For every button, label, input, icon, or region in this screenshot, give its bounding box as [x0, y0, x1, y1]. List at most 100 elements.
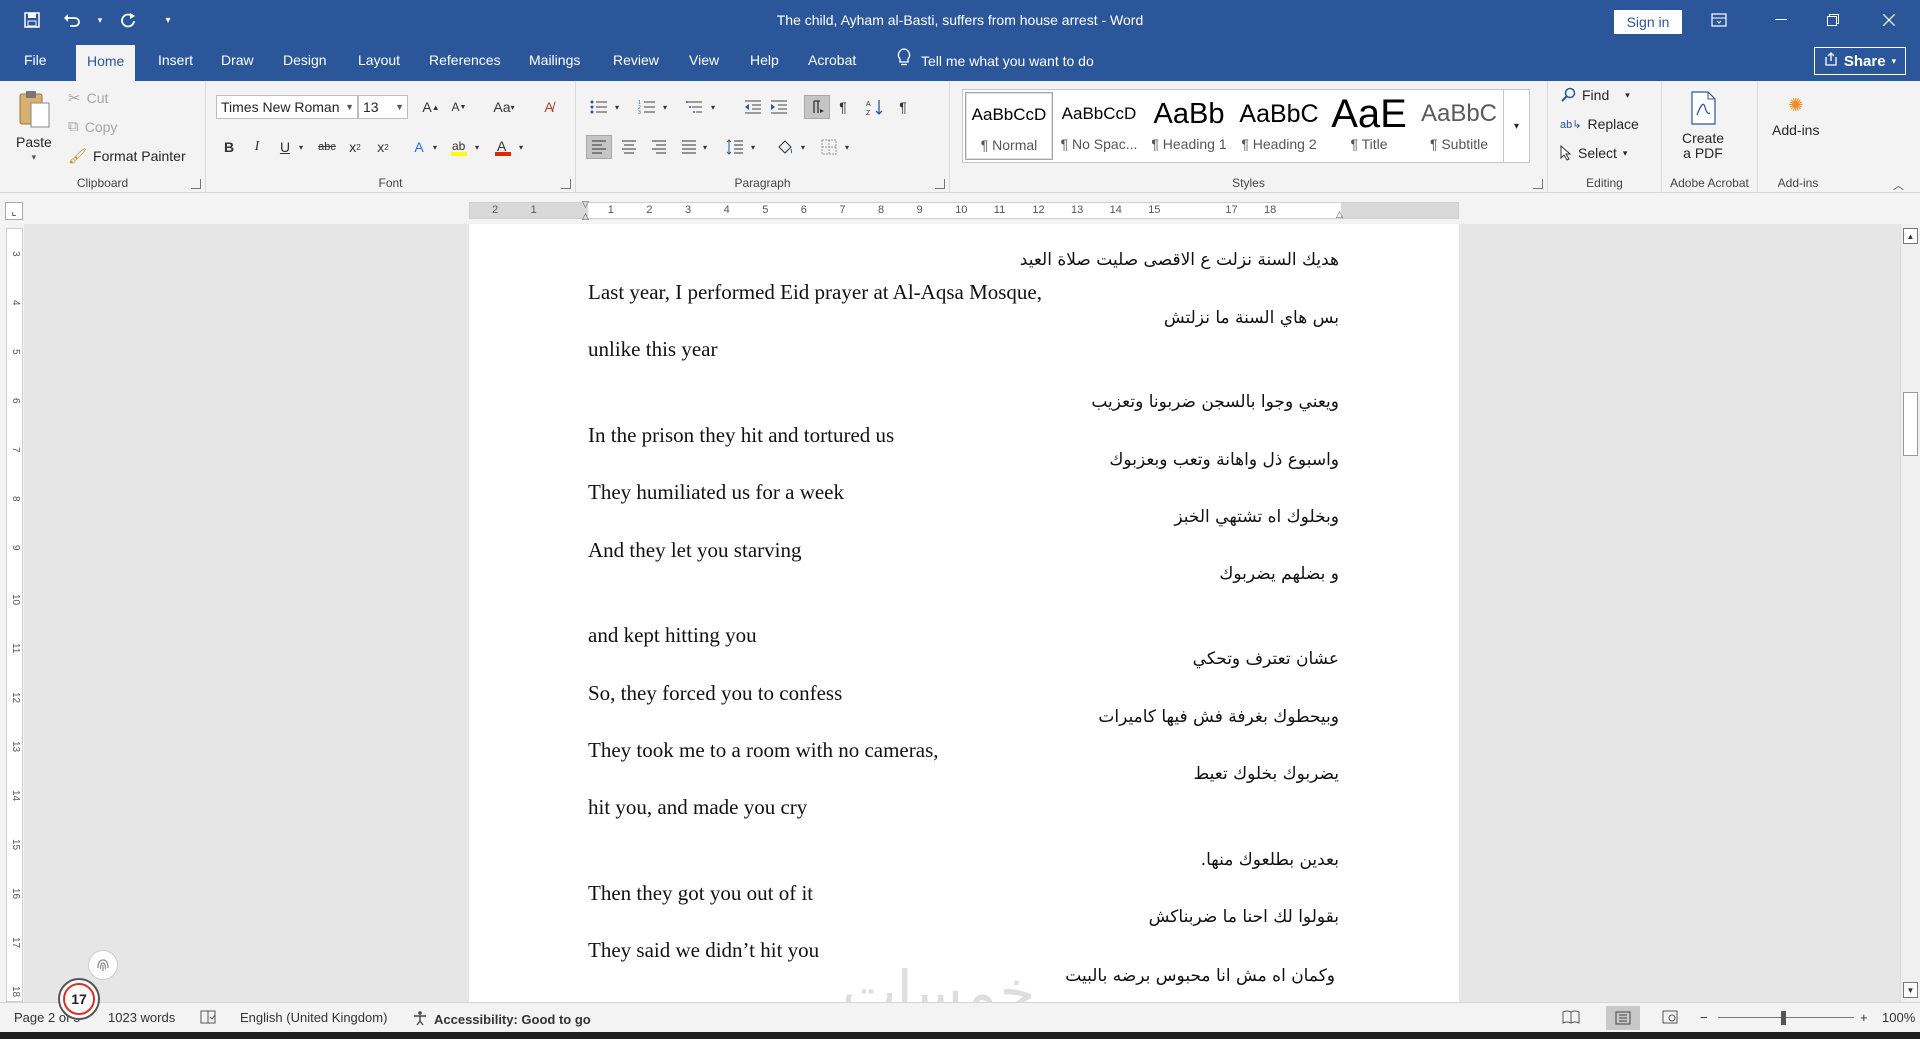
clipboard-launcher-icon[interactable] — [191, 179, 201, 189]
undo-dropdown-icon[interactable]: ▾ — [94, 0, 106, 40]
scroll-thumb[interactable] — [1903, 392, 1918, 456]
line-spacing-dropdown-icon[interactable]: ▾ — [746, 135, 760, 159]
collapse-ribbon-icon[interactable]: ︿ — [1893, 177, 1904, 193]
tab-review[interactable]: Review — [611, 40, 661, 81]
strikethrough-icon[interactable]: abc — [314, 135, 340, 159]
shading-icon[interactable] — [772, 135, 798, 159]
style-no-spacing[interactable]: AaBbCcD ¶ No Spac... — [1055, 92, 1143, 160]
shading-dropdown-icon[interactable]: ▾ — [796, 135, 810, 159]
decrease-indent-icon[interactable] — [740, 95, 766, 119]
numbering-dropdown-icon[interactable]: ▾ — [658, 95, 672, 119]
hanging-indent-icon[interactable]: △ — [582, 211, 589, 222]
bullets-dropdown-icon[interactable]: ▾ — [610, 95, 624, 119]
font-color-icon[interactable]: A — [490, 135, 516, 159]
cut-button[interactable]: ✂ Cut — [68, 89, 108, 107]
scroll-down-icon[interactable]: ▼ — [1903, 982, 1918, 998]
style-subtitle[interactable]: AaBbC ¶ Subtitle — [1415, 92, 1503, 160]
fingerprint-icon[interactable] — [88, 950, 118, 980]
tab-references[interactable]: References — [427, 40, 503, 81]
style-heading-1[interactable]: AaBb ¶ Heading 1 — [1145, 92, 1233, 160]
style-title[interactable]: AaE ¶ Title — [1325, 92, 1413, 160]
addins-button[interactable]: ✺ Add-ins — [1772, 95, 1819, 138]
highlight-icon[interactable]: ab — [446, 135, 472, 159]
subscript-icon[interactable]: x2 — [342, 135, 368, 159]
first-line-indent-icon[interactable]: ▽ — [582, 199, 589, 210]
tab-home[interactable]: Home — [76, 45, 136, 81]
find-button[interactable]: Find ▾ — [1560, 87, 1630, 103]
styles-more-icon[interactable]: ▾ — [1503, 90, 1529, 162]
web-layout-icon[interactable] — [1662, 1010, 1678, 1024]
multilevel-dropdown-icon[interactable]: ▾ — [706, 95, 720, 119]
close-icon[interactable] — [1866, 0, 1912, 40]
borders-icon[interactable] — [816, 135, 842, 159]
customize-icon[interactable]: ▾ — [150, 0, 186, 40]
zoom-level[interactable]: 100% — [1882, 1010, 1915, 1025]
shrink-font-icon[interactable]: A ▼ — [446, 95, 472, 119]
tab-design[interactable]: Design — [281, 40, 329, 81]
tab-file[interactable]: File — [22, 40, 49, 81]
clear-formatting-icon[interactable]: A̸ — [536, 95, 562, 119]
font-color-dropdown-icon[interactable]: ▾ — [514, 135, 528, 159]
tab-insert[interactable]: Insert — [156, 40, 195, 81]
print-layout-icon[interactable] — [1606, 1006, 1640, 1030]
tab-selector-icon[interactable]: ⌞ — [5, 202, 23, 220]
sort-icon[interactable]: AZ — [862, 95, 888, 119]
tab-acrobat[interactable]: Acrobat — [806, 40, 858, 81]
scroll-up-icon[interactable]: ▲ — [1903, 228, 1918, 244]
superscript-icon[interactable]: x2 — [370, 135, 396, 159]
tab-help[interactable]: Help — [748, 40, 781, 81]
restore-icon[interactable] — [1810, 0, 1856, 40]
format-painter-button[interactable]: 🖌 Format Painter — [68, 147, 186, 165]
zoom-slider[interactable] — [1718, 1017, 1854, 1018]
change-case-icon[interactable]: Aa ▾ — [486, 95, 522, 119]
right-to-left-icon[interactable]: ¶ — [830, 95, 856, 119]
tell-me-search[interactable]: Tell me what you want to do — [897, 40, 1094, 81]
align-right-icon[interactable] — [646, 135, 672, 159]
read-mode-icon[interactable] — [1562, 1010, 1580, 1024]
minimize-icon[interactable] — [1758, 0, 1804, 40]
style-heading-2[interactable]: AaBbC ¶ Heading 2 — [1235, 92, 1323, 160]
tab-mailings[interactable]: Mailings — [527, 40, 582, 81]
word-count[interactable]: 1023 words — [108, 1010, 175, 1025]
font-launcher-icon[interactable] — [561, 179, 571, 189]
bold-icon[interactable]: B — [216, 135, 242, 159]
tab-view[interactable]: View — [687, 40, 721, 81]
borders-dropdown-icon[interactable]: ▾ — [840, 135, 854, 159]
show-formatting-marks-icon[interactable]: ¶ — [890, 95, 916, 119]
save-icon[interactable] — [14, 0, 50, 40]
zoom-out-icon[interactable]: − — [1700, 1010, 1708, 1025]
tab-layout[interactable]: Layout — [356, 40, 402, 81]
style-normal[interactable]: AaBbCcD ¶ Normal — [965, 92, 1053, 160]
highlight-dropdown-icon[interactable]: ▾ — [470, 135, 484, 159]
vertical-ruler[interactable]: 3 4 5 6 7 8 9 10 11 12 13 14 15 16 17 18 — [6, 228, 23, 1002]
document-page[interactable]: هديك السنة نزلت ع الاقصى صليت صلاة العيد… — [469, 224, 1459, 1002]
sign-in-button[interactable]: Sign in — [1614, 10, 1682, 34]
font-size-combo[interactable]: 13 ▼ — [358, 95, 408, 119]
numbering-icon[interactable]: 123 — [634, 95, 660, 119]
replace-button[interactable]: ab↳ Replace — [1560, 116, 1639, 132]
paste-button[interactable]: Paste ▾ — [16, 89, 52, 163]
font-name-combo[interactable]: Times New Roman ▼ — [216, 95, 358, 119]
styles-launcher-icon[interactable] — [1533, 179, 1543, 189]
notification-badge[interactable]: 17 — [58, 978, 100, 1020]
line-spacing-icon[interactable] — [722, 135, 748, 159]
text-effects-dropdown-icon[interactable]: ▾ — [428, 135, 442, 159]
share-button[interactable]: Share ▾ — [1814, 47, 1906, 75]
accessibility-status[interactable]: Accessibility: Good to go — [412, 1010, 591, 1029]
multilevel-list-icon[interactable] — [682, 95, 708, 119]
language-indicator[interactable]: English (United Kingdom) — [240, 1010, 387, 1025]
justify-dropdown-icon[interactable]: ▾ — [698, 135, 712, 159]
bullets-icon[interactable] — [586, 95, 612, 119]
copy-button[interactable]: ⧉ Copy — [68, 118, 117, 135]
ribbon-display-icon[interactable] — [1696, 0, 1742, 40]
horizontal-ruler[interactable]: 2 1 1 2 3 4 5 6 7 8 9 10 11 12 13 14 15 17 18 ▽ △ △ — [469, 199, 1459, 222]
proofing-icon[interactable] — [200, 1010, 216, 1024]
underline-dropdown-icon[interactable]: ▾ — [294, 135, 308, 159]
increase-indent-icon[interactable] — [766, 95, 792, 119]
select-button[interactable]: Select ▾ — [1560, 145, 1627, 161]
italic-icon[interactable]: I — [244, 135, 270, 159]
create-pdf-button[interactable]: Create a PDF — [1682, 91, 1724, 160]
redo-icon[interactable] — [110, 0, 146, 40]
grow-font-icon[interactable]: A ▲ — [418, 95, 444, 119]
tab-draw[interactable]: Draw — [219, 40, 256, 81]
